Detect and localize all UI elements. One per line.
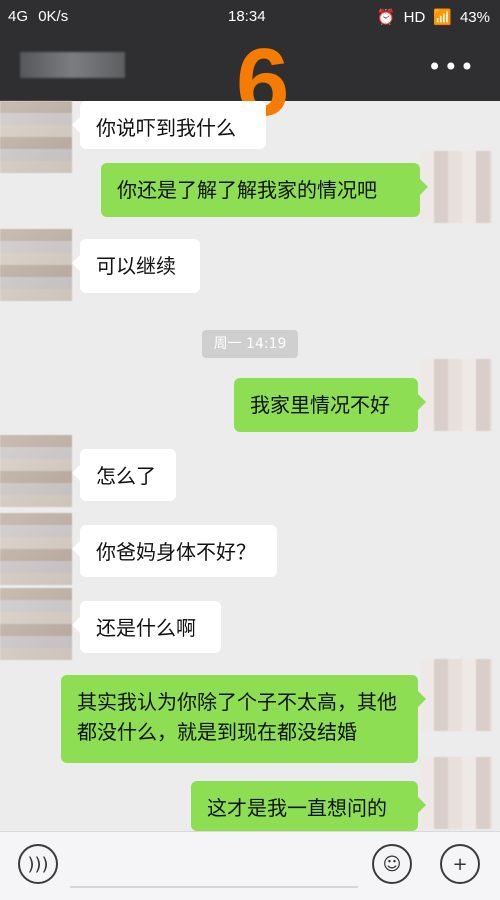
signal-indicator: 4G bbox=[8, 8, 29, 25]
contact-avatar[interactable] bbox=[0, 435, 72, 507]
message-text: 你爸妈身体不好？ bbox=[96, 540, 256, 564]
my-avatar[interactable] bbox=[420, 757, 492, 829]
contact-avatar[interactable] bbox=[0, 229, 72, 301]
network-speed: 0K/s bbox=[38, 8, 69, 25]
message-bubble-left[interactable]: 还是什么啊 bbox=[72, 601, 221, 653]
my-avatar[interactable] bbox=[420, 659, 492, 731]
chat-title-bar: 6 ••• bbox=[0, 29, 500, 136]
plus-icon[interactable]: + bbox=[440, 844, 480, 884]
message-text: 还是什么啊 bbox=[96, 616, 196, 640]
emoji-icon[interactable]: ☺ bbox=[372, 844, 412, 884]
message-input[interactable] bbox=[70, 844, 358, 888]
wifi-icon: 📶 bbox=[433, 9, 452, 26]
alarm-icon: ⏰ bbox=[376, 9, 396, 26]
battery-percent: 43% bbox=[459, 8, 490, 26]
contact-avatar[interactable] bbox=[0, 513, 72, 585]
clock: 18:34 bbox=[228, 8, 266, 25]
time-separator: 周一 14:19 bbox=[202, 330, 298, 358]
hd-indicator: HD bbox=[403, 8, 426, 26]
message-text: 我家里情况不好 bbox=[250, 393, 390, 417]
message-bubble-right[interactable]: 我家里情况不好 bbox=[234, 378, 426, 432]
message-bubble-right[interactable]: 你还是了解了解我家的情况吧 bbox=[101, 163, 428, 217]
message-text: 你说吓到我什么 bbox=[96, 116, 236, 140]
status-right: ⏰ HD 📶 43% bbox=[376, 8, 490, 27]
message-bubble-left[interactable]: 你爸妈身体不好？ bbox=[72, 525, 277, 577]
message-bubble-right[interactable]: 这才是我一直想问的 bbox=[191, 781, 426, 831]
message-bubble-left[interactable]: 可以继续 bbox=[72, 239, 200, 293]
contact-name-blurred bbox=[20, 52, 125, 78]
message-text: 这才是我一直想问的 bbox=[207, 796, 387, 820]
input-bar: ))) ☺ + bbox=[0, 831, 500, 900]
message-bubble-left[interactable]: 怎么了 bbox=[72, 449, 176, 501]
status-left: 4G 0K/s bbox=[8, 8, 68, 25]
message-bubble-right[interactable]: 其实我认为你除了个子不太高，其他都没什么，就是到现在都没结婚 bbox=[61, 675, 426, 763]
my-avatar[interactable] bbox=[420, 151, 492, 223]
message-text: 其实我认为你除了个子不太高，其他都没什么，就是到现在都没结婚 bbox=[77, 690, 397, 744]
message-text: 你还是了解了解我家的情况吧 bbox=[117, 178, 377, 202]
message-text: 怎么了 bbox=[96, 464, 156, 488]
contact-avatar[interactable] bbox=[0, 588, 72, 660]
voice-icon[interactable]: ))) bbox=[18, 844, 58, 884]
more-icon[interactable]: ••• bbox=[428, 55, 476, 79]
message-text: 可以继续 bbox=[96, 254, 176, 278]
my-avatar[interactable] bbox=[420, 359, 492, 431]
chat-area: 你说吓到我什么 你还是了解了解我家的情况吧 可以继续 周一 14:19 我家里情… bbox=[0, 101, 500, 831]
contact-avatar[interactable] bbox=[0, 101, 72, 173]
message-bubble-left[interactable]: 你说吓到我什么 bbox=[72, 101, 266, 149]
